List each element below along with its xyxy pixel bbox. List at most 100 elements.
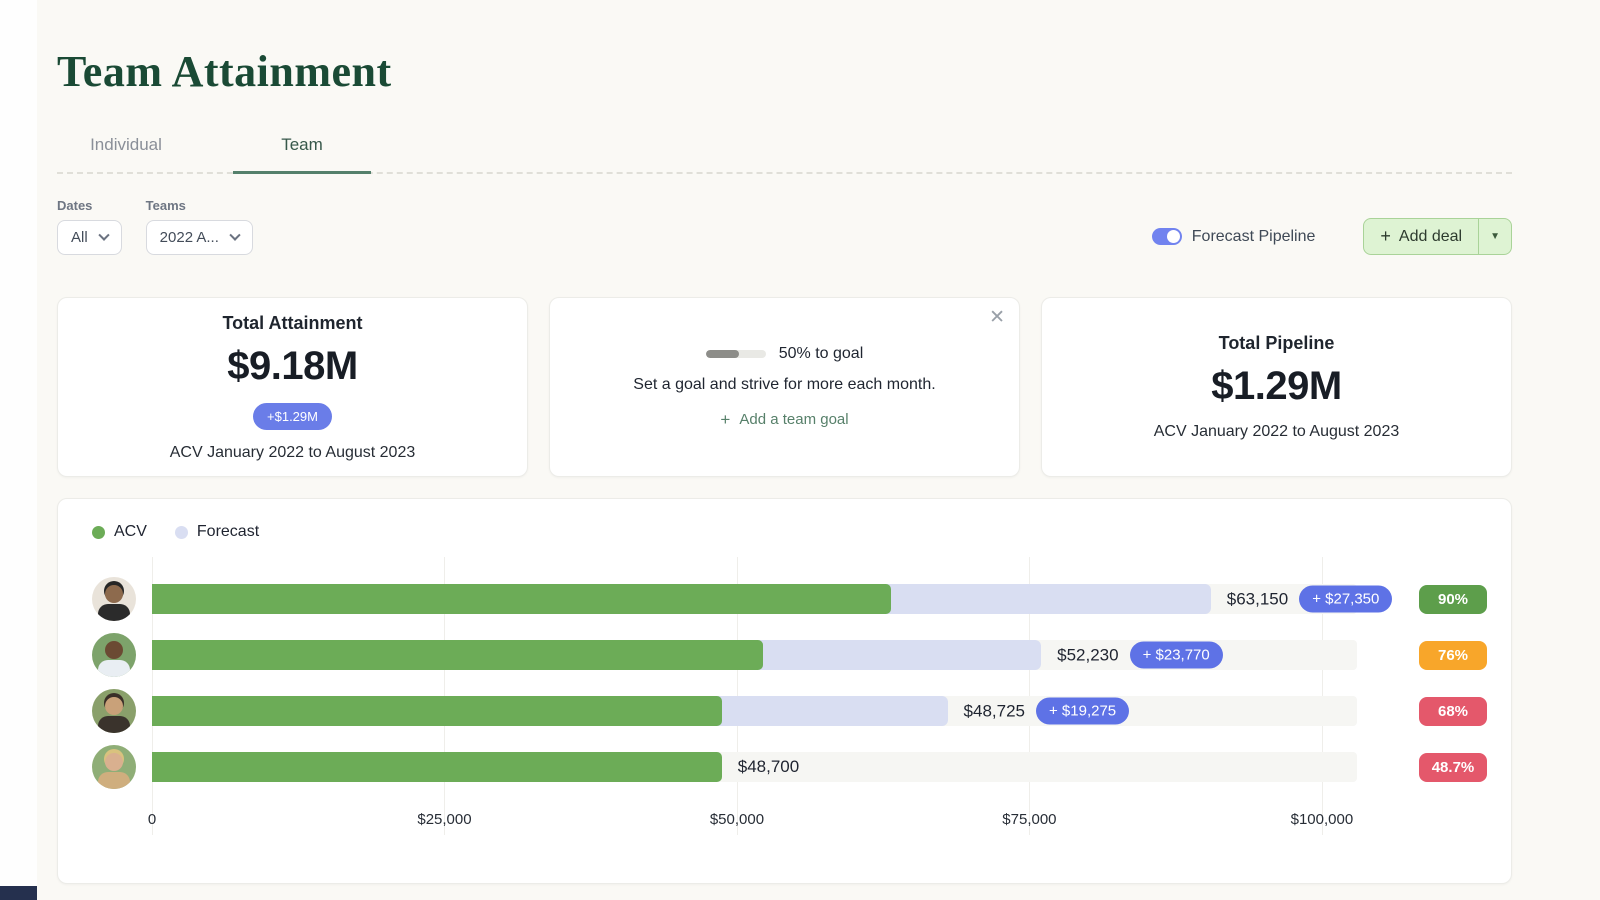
tab-bar: Individual Team — [57, 135, 1512, 174]
attainment-badge: 48.7% — [1419, 753, 1487, 782]
pipeline-card-value: $1.29M — [1211, 364, 1341, 409]
row-labels: $52,230 + $23,770 — [1057, 642, 1223, 669]
legend-item-forecast: Forecast — [175, 523, 259, 541]
teams-filter-group: Teams 2022 A... — [146, 198, 253, 255]
add-deal-label: Add deal — [1399, 228, 1462, 246]
goal-progress-fill — [706, 350, 739, 358]
chevron-down-icon — [229, 229, 240, 240]
attainment-card-title: Total Attainment — [223, 313, 363, 334]
row-plot: $52,230 + $23,770 — [152, 640, 1357, 670]
avatar[interactable] — [92, 577, 136, 621]
acv-value-label: $52,230 — [1057, 645, 1118, 665]
page-title: Team Attainment — [57, 0, 1512, 97]
row-labels: $48,700 — [738, 757, 799, 777]
attainment-badge: 76% — [1419, 641, 1487, 670]
dates-dropdown-value: All — [71, 229, 88, 246]
avatar-cell — [92, 633, 152, 677]
table-row: $48,700 48.7% — [92, 739, 1487, 795]
add-team-goal-label: Add a team goal — [739, 411, 848, 428]
pipeline-card-subtitle: ACV January 2022 to August 2023 — [1154, 423, 1400, 441]
goal-progress-bar — [706, 350, 766, 358]
row-plot: $48,725 + $19,275 — [152, 696, 1357, 726]
chart-body: $63,150 + $27,350 90% $52,230 + $23,770 … — [92, 571, 1487, 835]
goal-progress-row: 50% to goal — [706, 345, 864, 363]
forecast-legend-dot-icon — [175, 526, 188, 539]
app-left-rail — [0, 0, 37, 900]
chevron-down-icon — [98, 229, 109, 240]
legend-item-acv: ACV — [92, 523, 147, 541]
main-content: Team Attainment Individual Team Dates Al… — [37, 0, 1512, 884]
attainment-badge: 90% — [1419, 585, 1487, 614]
table-row: $63,150 + $27,350 90% — [92, 571, 1487, 627]
plus-icon: + — [1380, 226, 1391, 247]
teams-dropdown[interactable]: 2022 A... — [146, 220, 253, 255]
avatar[interactable] — [92, 689, 136, 733]
add-deal-button[interactable]: + Add deal — [1364, 219, 1478, 254]
badge-cell: 68% — [1357, 697, 1487, 726]
acv-legend-dot-icon — [92, 526, 105, 539]
close-icon[interactable]: ✕ — [989, 308, 1005, 327]
row-labels: $48,725 + $19,275 — [964, 698, 1130, 725]
forecast-pill: + $19,275 — [1036, 698, 1129, 725]
total-pipeline-card: Total Pipeline $1.29M ACV January 2022 t… — [1041, 297, 1512, 477]
goal-progress-label: 50% to goal — [779, 345, 864, 363]
forecast-pipeline-label: Forecast Pipeline — [1192, 228, 1316, 246]
acv-bar[interactable] — [152, 584, 891, 614]
team-goal-card: ✕ 50% to goal Set a goal and strive for … — [549, 297, 1020, 477]
forecast-pipeline-toggle[interactable] — [1152, 228, 1182, 245]
chart-legend: ACV Forecast — [92, 523, 1487, 541]
filter-toolbar: Dates All Teams 2022 A... Forecast Pipel… — [57, 198, 1512, 255]
plus-icon: + — [720, 410, 730, 430]
avatar[interactable] — [92, 633, 136, 677]
forecast-pill: + $23,770 — [1130, 642, 1223, 669]
x-axis-tick-label: $100,000 — [1291, 811, 1354, 828]
dates-filter-label: Dates — [57, 198, 122, 213]
acv-value-label: $48,700 — [738, 757, 799, 777]
pipeline-card-title: Total Pipeline — [1219, 333, 1335, 354]
add-deal-split-button: + Add deal ▼ — [1363, 218, 1512, 255]
teams-filter-label: Teams — [146, 198, 253, 213]
summary-cards: Total Attainment $9.18M +$1.29M ACV Janu… — [57, 297, 1512, 477]
avatar[interactable] — [92, 745, 136, 789]
attainment-badge: 68% — [1419, 697, 1487, 726]
acv-value-label: $63,150 — [1227, 589, 1288, 609]
attainment-bar-chart-card: ACV Forecast $63,150 + $27,350 90% — [57, 498, 1512, 884]
tab-individual[interactable]: Individual — [57, 135, 195, 174]
x-axis-tick-label: 0 — [148, 811, 156, 828]
dates-filter-group: Dates All — [57, 198, 122, 255]
x-axis-tick-label: $50,000 — [710, 811, 764, 828]
legend-acv-label: ACV — [114, 523, 147, 541]
row-plot: $63,150 + $27,350 — [152, 584, 1357, 614]
dates-dropdown[interactable]: All — [57, 220, 122, 255]
row-labels: $63,150 + $27,350 — [1227, 586, 1393, 613]
avatar-cell — [92, 689, 152, 733]
acv-bar[interactable] — [152, 640, 763, 670]
toggle-knob — [1167, 230, 1180, 243]
chart-x-axis: 0$25,000$50,000$75,000$100,000 — [152, 795, 1357, 835]
add-team-goal-button[interactable]: + Add a team goal — [720, 410, 848, 430]
table-row: $48,725 + $19,275 68% — [92, 683, 1487, 739]
badge-cell: 76% — [1357, 641, 1487, 670]
total-attainment-card: Total Attainment $9.18M +$1.29M ACV Janu… — [57, 297, 528, 477]
attainment-card-subtitle: ACV January 2022 to August 2023 — [170, 444, 416, 462]
badge-cell: 48.7% — [1357, 753, 1487, 782]
acv-bar[interactable] — [152, 696, 722, 726]
attainment-delta-badge: +$1.29M — [253, 403, 332, 430]
row-plot: $48,700 — [152, 752, 1357, 782]
add-deal-menu-button[interactable]: ▼ — [1478, 219, 1511, 254]
toolbar-right: Forecast Pipeline + Add deal ▼ — [1152, 218, 1512, 255]
chart-rows: $63,150 + $27,350 90% $52,230 + $23,770 … — [92, 571, 1487, 795]
caret-down-icon: ▼ — [1490, 231, 1500, 242]
attainment-card-value: $9.18M — [227, 344, 357, 389]
forecast-pill: + $27,350 — [1299, 586, 1392, 613]
acv-value-label: $48,725 — [964, 701, 1025, 721]
goal-message: Set a goal and strive for more each mont… — [633, 376, 935, 394]
tab-team[interactable]: Team — [233, 135, 371, 174]
avatar-cell — [92, 577, 152, 621]
x-axis-tick-label: $75,000 — [1002, 811, 1056, 828]
avatar-cell — [92, 745, 152, 789]
table-row: $52,230 + $23,770 76% — [92, 627, 1487, 683]
acv-bar[interactable] — [152, 752, 722, 782]
teams-dropdown-value: 2022 A... — [160, 229, 219, 246]
x-axis-tick-label: $25,000 — [417, 811, 471, 828]
